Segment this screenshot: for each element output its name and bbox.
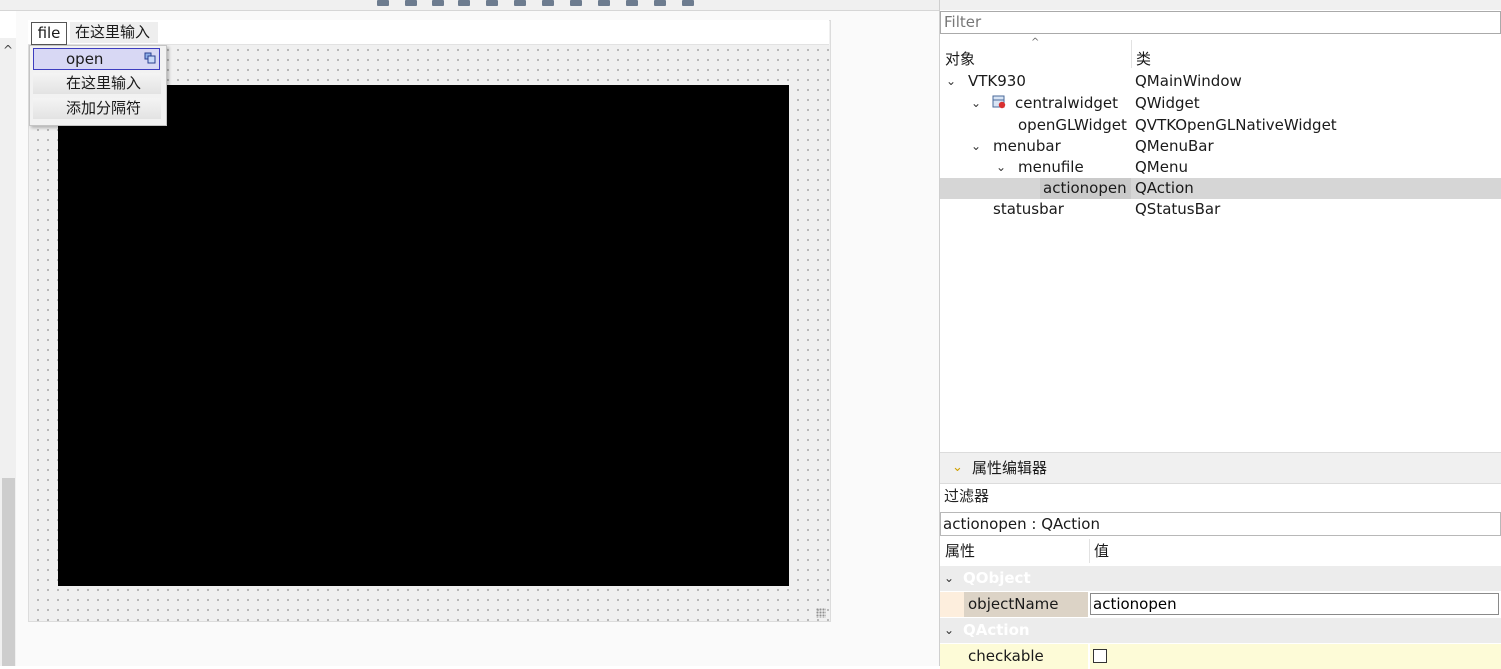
column-divider[interactable]	[1131, 40, 1132, 68]
toolbar-icon[interactable]	[486, 0, 498, 6]
toolbar-icon[interactable]	[514, 0, 526, 6]
property-group-qobject[interactable]: ⌄ QObject	[940, 566, 1501, 591]
tree-class-name: QMenuBar	[1135, 137, 1214, 155]
property-value-cell[interactable]	[1090, 592, 1501, 617]
column-header-class[interactable]: 类	[1136, 48, 1151, 69]
menu-item-add-separator[interactable]: 添加分隔符	[33, 98, 161, 119]
tree-row-menufile[interactable]: ⌄ menufile QMenu	[940, 157, 1501, 178]
column-divider[interactable]	[1089, 539, 1090, 563]
chevron-down-icon[interactable]: ⌄	[946, 71, 956, 92]
column-header-property[interactable]: 属性	[945, 537, 975, 565]
tree-object-name: VTK930	[968, 72, 1026, 90]
property-group-qaction[interactable]: ⌄ QAction	[940, 618, 1501, 643]
tree-class-name: QStatusBar	[1135, 200, 1221, 218]
chevron-down-icon[interactable]: ⌄	[971, 136, 981, 157]
tree-class-name: QMenu	[1135, 158, 1188, 176]
toolbar-icon[interactable]	[377, 0, 389, 6]
row-indent-strip	[940, 592, 964, 617]
tree-object-name: actionopen	[1043, 179, 1127, 197]
tree-class-name: QMainWindow	[1135, 72, 1242, 90]
menu-item-type-here[interactable]: 在这里输入	[33, 73, 161, 94]
toolbar-strip	[0, 0, 939, 11]
object-filter-input[interactable]	[941, 12, 1487, 32]
property-group-label: QObject	[963, 569, 1031, 587]
property-row-objectname[interactable]: objectName	[940, 592, 1501, 617]
chevron-down-icon[interactable]: ⌄	[996, 157, 1006, 178]
tree-row-statusbar[interactable]: statusbar QStatusBar	[940, 199, 1501, 220]
toolbar-icon[interactable]	[598, 0, 610, 6]
property-row-checkable[interactable]: checkable	[940, 644, 1501, 669]
tree-object-name: menubar	[993, 137, 1061, 155]
chevron-down-icon[interactable]: ⌄	[944, 618, 954, 643]
opengl-widget[interactable]	[58, 85, 789, 586]
toolbar-icon[interactable]	[405, 0, 417, 6]
object-tree-header: 对象 ^ 类	[940, 36, 1501, 70]
tree-class-name: QWidget	[1135, 94, 1200, 112]
menu-file[interactable]: file	[31, 22, 67, 45]
sort-ascending-icon: ^	[1031, 37, 1040, 48]
resize-grip-icon[interactable]	[816, 608, 826, 618]
scroll-up-arrow-icon[interactable]: ^	[3, 44, 13, 56]
menu-type-here[interactable]: 在这里输入	[70, 22, 158, 43]
menu-item-open[interactable]: open	[33, 48, 160, 70]
tree-row-actionopen[interactable]: actionopen QAction	[940, 178, 1501, 199]
column-header-object[interactable]: 对象	[945, 48, 975, 69]
tree-row-vtk930[interactable]: ⌄ VTK930 QMainWindow	[940, 71, 1501, 92]
tree-row-menubar[interactable]: ⌄ menubar QMenuBar	[940, 136, 1501, 157]
column-header-value[interactable]: 值	[1094, 537, 1109, 565]
checkable-checkbox[interactable]	[1093, 649, 1107, 663]
toolbar-icon[interactable]	[682, 0, 694, 6]
toolbar-icon[interactable]	[570, 0, 582, 6]
widget-layout-icon	[992, 95, 1006, 109]
action-link-icon	[144, 52, 156, 64]
vertical-scrollbar[interactable]: ^	[0, 38, 16, 666]
toolbar-icon[interactable]	[626, 0, 638, 6]
property-object-label: actionopen : QAction	[940, 512, 1501, 536]
toolbar-icon[interactable]	[458, 0, 470, 6]
chevron-down-icon[interactable]: ⌄	[952, 453, 963, 483]
tree-object-name: centralwidget	[1015, 94, 1118, 112]
tree-row-openglwidget[interactable]: openGLWidget QVTKOpenGLNativeWidget	[940, 115, 1501, 136]
row-indent-strip	[940, 644, 964, 669]
tree-object-name: openGLWidget	[1018, 116, 1127, 134]
tree-class-name: QVTKOpenGLNativeWidget	[1135, 116, 1337, 134]
property-editor-title: 属性编辑器	[972, 459, 1048, 477]
property-editor-title-bar[interactable]: ⌄ 属性编辑器	[940, 452, 1501, 484]
chevron-down-icon[interactable]: ⌄	[971, 93, 981, 114]
object-inspector-title-strip	[940, 0, 1501, 10]
toolbar-icon[interactable]	[432, 0, 444, 6]
tree-row-centralwidget[interactable]: ⌄ centralwidget QWidget	[940, 93, 1501, 114]
tree-object-name: statusbar	[993, 200, 1064, 218]
tree-object-name: menufile	[1018, 158, 1084, 176]
objectname-input[interactable]	[1090, 593, 1499, 615]
object-filter-field[interactable]	[940, 11, 1501, 34]
toolbar-icon[interactable]	[542, 0, 554, 6]
property-name: checkable	[964, 644, 1088, 669]
tree-class-name: QAction	[1135, 179, 1194, 197]
scrollbar-thumb[interactable]	[2, 478, 15, 666]
property-name: objectName	[964, 592, 1088, 617]
chevron-down-icon[interactable]: ⌄	[944, 566, 954, 591]
toolbar-icon[interactable]	[654, 0, 666, 6]
property-group-label: QAction	[963, 621, 1030, 639]
property-table-header: 属性 值	[940, 537, 1501, 565]
property-value-cell[interactable]	[1090, 644, 1501, 669]
menu-item-label: open	[66, 50, 104, 68]
property-filter-field[interactable]: 过滤器	[940, 483, 1501, 510]
